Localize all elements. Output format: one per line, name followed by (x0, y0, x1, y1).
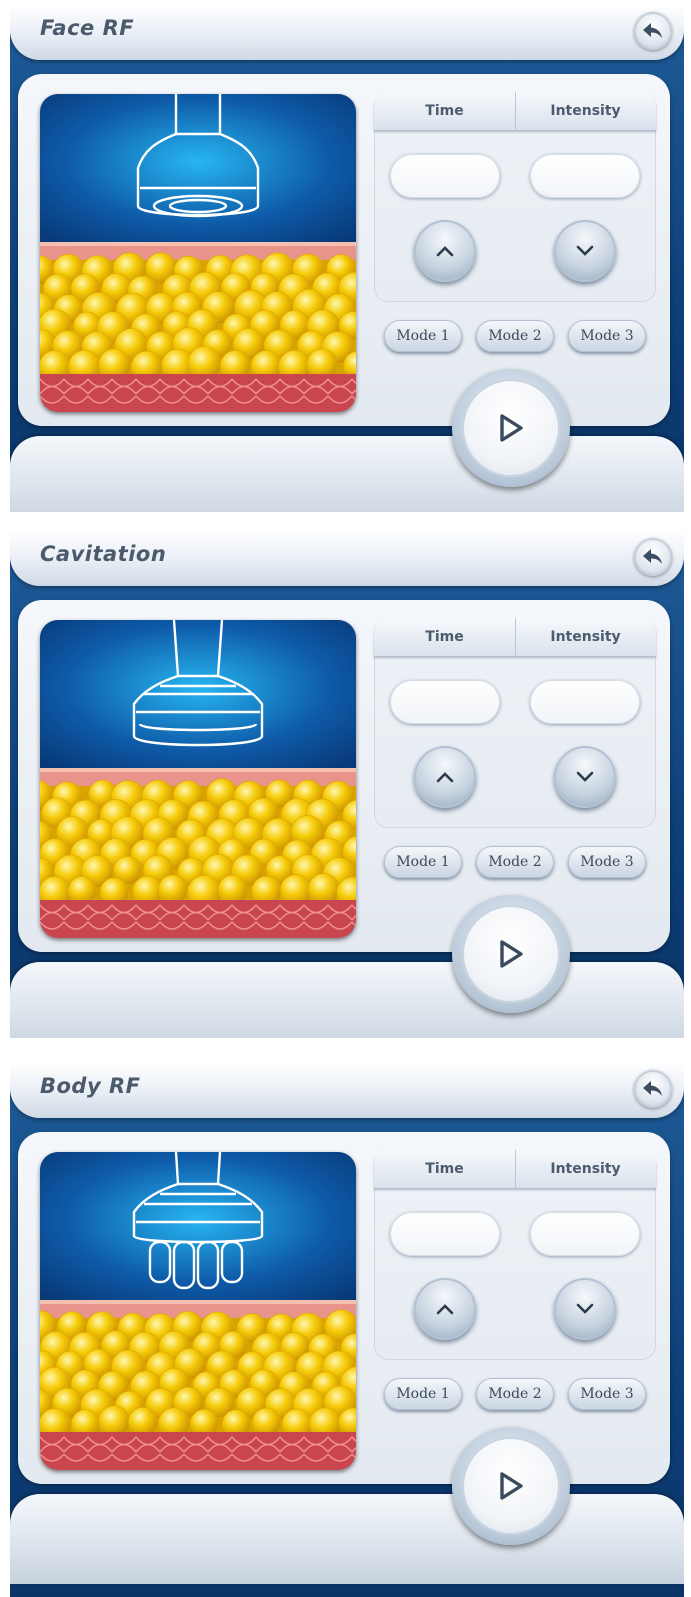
screen-body-rf: Body RF Time Intensity Mode 1 Mode 2 Mod… (10, 1062, 684, 1597)
title-bar: Cavitation (10, 530, 684, 586)
time-display (390, 1212, 500, 1256)
decrease-button[interactable] (554, 1278, 616, 1340)
page-title: Body RF (40, 1074, 141, 1098)
treatment-illustration (40, 620, 356, 938)
decrease-button[interactable] (554, 220, 616, 282)
mode-1-button[interactable]: Mode 1 (384, 320, 462, 352)
tab-bar: Time Intensity (374, 92, 656, 130)
tab-intensity[interactable]: Intensity (515, 1150, 656, 1188)
bottom-bar (10, 436, 684, 512)
mode-2-button[interactable]: Mode 2 (476, 320, 554, 352)
tab-intensity[interactable]: Intensity (515, 92, 656, 130)
chevron-up-icon (436, 772, 454, 783)
tab-time[interactable]: Time (374, 92, 516, 130)
body-rf-probe-icon (40, 1152, 356, 1470)
chevron-down-icon (576, 771, 594, 782)
screen-face-rf: Face RF Time Intensity Mode 1 Mode 2 Mod… (10, 4, 684, 512)
play-button[interactable] (462, 905, 560, 1003)
bottom-bar (10, 1494, 684, 1584)
main-panel: Time Intensity Mode 1 Mode 2 Mode 3 (18, 74, 670, 426)
intensity-display (530, 680, 640, 724)
page-title: Face RF (40, 16, 135, 40)
mode-3-button[interactable]: Mode 3 (568, 846, 646, 878)
control-panel: Time Intensity (374, 1150, 656, 1360)
treatment-illustration (40, 94, 356, 412)
screen-cavitation: Cavitation Time Intensity Mode 1 Mode 2 … (10, 530, 684, 1038)
chevron-up-icon (436, 1304, 454, 1315)
main-panel: Time Intensity Mode 1 Mode 2 Mode 3 (18, 600, 670, 952)
intensity-display (530, 154, 640, 198)
tab-intensity[interactable]: Intensity (515, 618, 656, 656)
mode-1-button[interactable]: Mode 1 (384, 1378, 462, 1410)
back-button[interactable] (634, 1070, 672, 1108)
bottom-bar (10, 962, 684, 1038)
play-icon (500, 1472, 523, 1500)
background-glow (40, 94, 356, 244)
tab-bar: Time Intensity (374, 1150, 656, 1188)
control-panel: Time Intensity (374, 618, 656, 828)
increase-button[interactable] (414, 1278, 476, 1340)
time-display (390, 154, 500, 198)
title-bar: Face RF (10, 4, 684, 60)
increase-button[interactable] (414, 746, 476, 808)
mode-1-button[interactable]: Mode 1 (384, 846, 462, 878)
title-bar: Body RF (10, 1062, 684, 1118)
mode-3-button[interactable]: Mode 3 (568, 1378, 646, 1410)
main-panel: Time Intensity Mode 1 Mode 2 Mode 3 (18, 1132, 670, 1484)
tab-time[interactable]: Time (374, 1150, 516, 1188)
play-icon (500, 414, 523, 442)
increase-button[interactable] (414, 220, 476, 282)
mode-3-button[interactable]: Mode 3 (568, 320, 646, 352)
page-title: Cavitation (40, 542, 167, 566)
back-button[interactable] (634, 12, 672, 50)
mode-2-button[interactable]: Mode 2 (476, 1378, 554, 1410)
chevron-down-icon (576, 245, 594, 256)
play-button[interactable] (462, 1437, 560, 1535)
intensity-display (530, 1212, 640, 1256)
chevron-down-icon (576, 1303, 594, 1314)
tab-bar: Time Intensity (374, 618, 656, 656)
play-icon (500, 940, 523, 968)
control-panel: Time Intensity (374, 92, 656, 302)
chevron-up-icon (436, 246, 454, 257)
treatment-illustration (40, 1152, 356, 1470)
back-button[interactable] (634, 538, 672, 576)
back-arrow-icon (643, 1081, 662, 1096)
decrease-button[interactable] (554, 746, 616, 808)
back-arrow-icon (643, 23, 662, 38)
cavitation-probe-icon (40, 620, 356, 938)
play-button[interactable] (462, 379, 560, 477)
back-arrow-icon (643, 549, 662, 564)
time-display (390, 680, 500, 724)
tab-time[interactable]: Time (374, 618, 516, 656)
mode-2-button[interactable]: Mode 2 (476, 846, 554, 878)
face-rf-probe-icon (40, 94, 356, 412)
